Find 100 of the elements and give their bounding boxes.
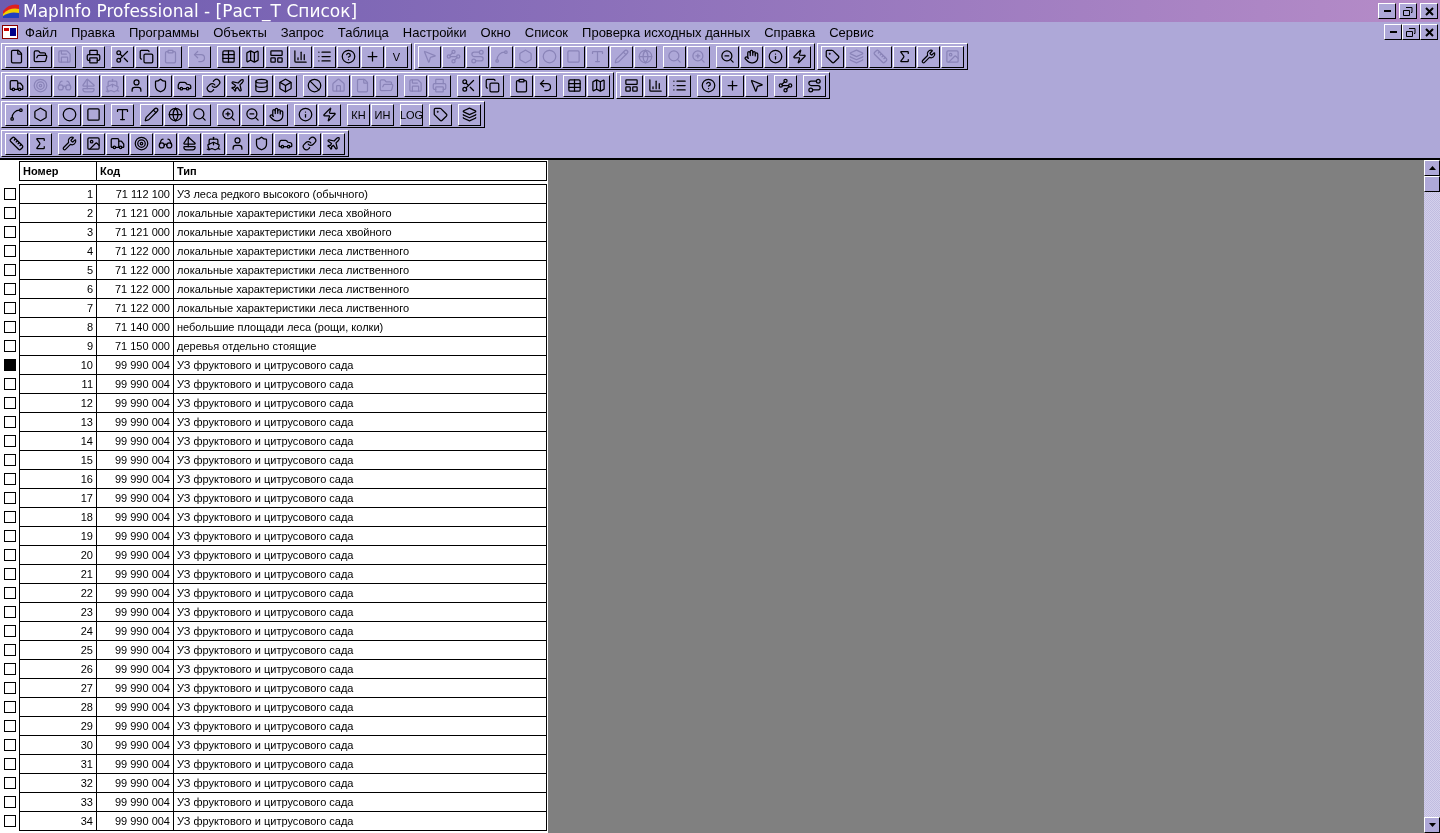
row-checkbox[interactable] xyxy=(4,719,16,732)
toolbar-button[interactable] xyxy=(620,74,643,97)
toolbar-button[interactable] xyxy=(149,74,172,97)
row-checkbox[interactable] xyxy=(4,662,16,675)
toolbar-button[interactable] xyxy=(188,103,211,126)
menu-item[interactable]: Проверка исходных данных xyxy=(575,24,758,40)
menu-item[interactable]: Сервис xyxy=(822,24,881,40)
row-checkbox[interactable] xyxy=(4,396,16,409)
toolbar-button[interactable] xyxy=(821,45,844,68)
toolbar-button[interactable] xyxy=(82,103,105,126)
document-icon[interactable] xyxy=(2,25,18,39)
scrollbar[interactable] xyxy=(1424,160,1440,833)
menu-item[interactable]: Таблица xyxy=(330,24,396,40)
toolbar-button[interactable] xyxy=(274,132,297,155)
toolbar-button[interactable] xyxy=(740,45,763,68)
toolbar-button[interactable] xyxy=(250,74,273,97)
toolbar-button[interactable]: V xyxy=(385,45,408,68)
row-checkbox[interactable] xyxy=(4,187,16,200)
toolbar-button[interactable] xyxy=(178,132,201,155)
toolbar-button[interactable] xyxy=(563,74,586,97)
restore-button[interactable] xyxy=(1399,3,1417,19)
toolbar-button[interactable] xyxy=(289,45,312,68)
toolbar-button[interactable] xyxy=(82,45,105,68)
minimize-button[interactable] xyxy=(1378,3,1396,19)
toolbar-button[interactable] xyxy=(716,45,739,68)
toolbar-button[interactable] xyxy=(457,74,480,97)
row-checkbox[interactable] xyxy=(4,643,16,656)
row-checkbox[interactable] xyxy=(4,795,16,808)
toolbar-button[interactable] xyxy=(668,74,691,97)
toolbar-button[interactable] xyxy=(111,45,134,68)
row-checkbox[interactable] xyxy=(4,700,16,713)
toolbar-button[interactable] xyxy=(774,74,797,97)
toolbar-button[interactable] xyxy=(534,74,557,97)
row-checkbox[interactable] xyxy=(4,586,16,599)
row-checkbox[interactable] xyxy=(4,624,16,637)
toolbar-button[interactable] xyxy=(111,103,134,126)
row-checkbox[interactable] xyxy=(4,491,16,504)
toolbar-button[interactable] xyxy=(322,132,345,155)
toolbar-button[interactable] xyxy=(644,74,667,97)
toolbar-button[interactable] xyxy=(217,103,240,126)
toolbar-button[interactable] xyxy=(764,45,787,68)
row-checkbox[interactable] xyxy=(4,510,16,523)
row-checkbox[interactable] xyxy=(4,738,16,751)
toolbar-button[interactable] xyxy=(294,103,317,126)
toolbar-button[interactable] xyxy=(29,103,52,126)
row-checkbox[interactable] xyxy=(4,681,16,694)
toolbar-button[interactable] xyxy=(5,132,28,155)
row-checkbox[interactable] xyxy=(4,757,16,770)
toolbar-button[interactable] xyxy=(29,132,52,155)
menu-item[interactable]: Настройки xyxy=(395,24,474,40)
row-checkbox[interactable] xyxy=(4,548,16,561)
toolbar-button[interactable] xyxy=(154,132,177,155)
toolbar-button[interactable] xyxy=(313,45,336,68)
toolbar-button[interactable] xyxy=(58,132,81,155)
row-checkbox[interactable] xyxy=(4,301,16,314)
menu-item[interactable]: Запрос xyxy=(273,24,331,40)
row-checkbox[interactable] xyxy=(4,567,16,580)
toolbar-button[interactable] xyxy=(274,74,297,97)
toolbar-button[interactable] xyxy=(226,74,249,97)
toolbar-button[interactable] xyxy=(337,45,360,68)
toolbar-button[interactable] xyxy=(745,74,768,97)
toolbar-button[interactable] xyxy=(893,45,916,68)
toolbar-button[interactable]: КН xyxy=(347,103,370,126)
column-header[interactable]: Тип xyxy=(173,161,547,181)
menu-item[interactable]: Список xyxy=(517,24,576,40)
toolbar-button[interactable] xyxy=(140,103,163,126)
toolbar-button[interactable] xyxy=(125,74,148,97)
toolbar-button[interactable] xyxy=(265,103,288,126)
row-checkbox[interactable] xyxy=(4,415,16,428)
toolbar-button[interactable] xyxy=(481,74,504,97)
toolbar-button[interactable] xyxy=(217,45,240,68)
row-checkbox[interactable] xyxy=(4,453,16,466)
toolbar-button[interactable] xyxy=(106,132,129,155)
toolbar-button[interactable] xyxy=(202,132,225,155)
scroll-up-button[interactable] xyxy=(1424,160,1440,176)
toolbar-button[interactable] xyxy=(226,132,249,155)
toolbar-button[interactable] xyxy=(5,74,28,97)
toolbar-button[interactable] xyxy=(241,45,264,68)
toolbar-button[interactable] xyxy=(173,74,196,97)
menu-item[interactable]: Объекты xyxy=(206,24,274,40)
row-checkbox[interactable] xyxy=(4,244,16,257)
toolbar-button[interactable] xyxy=(5,103,28,126)
toolbar-button[interactable] xyxy=(135,45,158,68)
toolbar-button[interactable] xyxy=(510,74,533,97)
row-checkbox[interactable] xyxy=(4,358,16,371)
row-checkbox[interactable] xyxy=(4,434,16,447)
toolbar-button[interactable] xyxy=(29,45,52,68)
menu-item[interactable]: Файл xyxy=(18,24,64,40)
minimize-button[interactable] xyxy=(1384,24,1402,40)
row-checkbox[interactable] xyxy=(4,225,16,238)
toolbar-button[interactable] xyxy=(250,132,273,155)
close-button[interactable] xyxy=(1420,24,1438,40)
toolbar-button[interactable] xyxy=(587,74,610,97)
toolbar-button[interactable] xyxy=(697,74,720,97)
toolbar-button[interactable] xyxy=(265,45,288,68)
row-checkbox[interactable] xyxy=(4,339,16,352)
menu-item[interactable]: Правка xyxy=(63,24,122,40)
restore-button[interactable] xyxy=(1402,24,1420,40)
toolbar-button[interactable] xyxy=(788,45,811,68)
toolbar-button[interactable] xyxy=(361,45,384,68)
